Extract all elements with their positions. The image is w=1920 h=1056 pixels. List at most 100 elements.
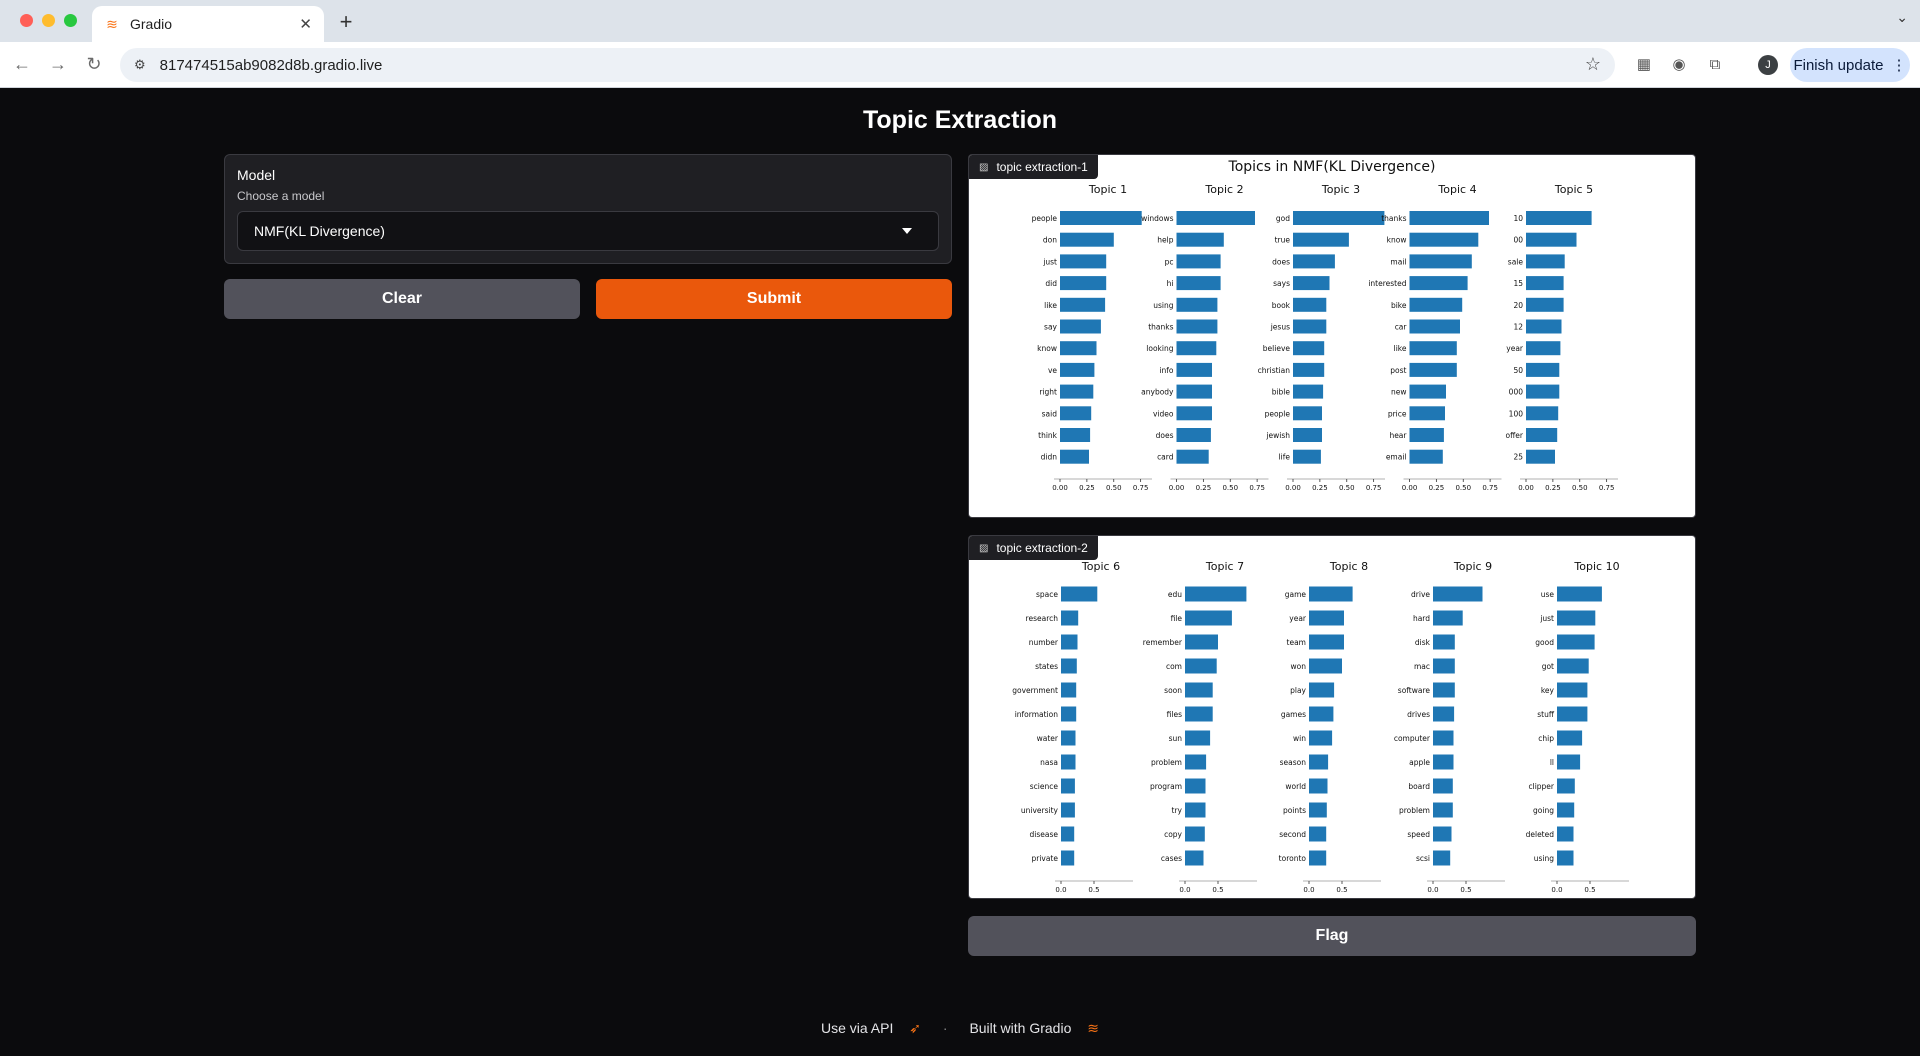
bar [1060, 232, 1114, 247]
finish-update-button[interactable]: Finish update ⋮ [1790, 48, 1910, 82]
bar [1060, 406, 1092, 421]
close-window-button[interactable] [20, 14, 33, 27]
x-tick-label: 0.00 [1402, 484, 1418, 492]
category-label: hard [1413, 614, 1430, 623]
tab-search-icon[interactable]: ⌄ [1896, 9, 1908, 26]
x-tick-label: 0.0 [1303, 886, 1314, 894]
site-info-icon[interactable]: ⚙ [134, 57, 146, 73]
model-select[interactable]: NMF(KL Divergence) [237, 211, 939, 251]
x-tick-label: 0.50 [1222, 484, 1238, 492]
extension-record-icon[interactable]: ◉ [1668, 54, 1690, 76]
category-label: files [1167, 710, 1182, 719]
category-label: card [1157, 453, 1174, 462]
bar [1409, 449, 1443, 464]
category-label: university [1021, 806, 1059, 815]
category-label: disease [1030, 830, 1059, 839]
bar [1060, 362, 1095, 377]
model-info: Choose a model [237, 189, 325, 203]
bar [1309, 826, 1327, 842]
browser-tab[interactable]: ≋ Gradio ✕ [92, 6, 324, 42]
bar [1185, 802, 1206, 818]
bar [1557, 682, 1588, 698]
bar [1061, 706, 1077, 722]
close-tab-icon[interactable]: ✕ [299, 15, 312, 33]
forward-icon[interactable]: → [46, 52, 70, 76]
use-via-api-link[interactable]: Use via API ➶ [815, 1020, 927, 1036]
bar [1433, 706, 1455, 722]
category-label: thanks [1381, 214, 1406, 223]
bar [1557, 634, 1595, 650]
bar [1185, 850, 1204, 866]
category-label: science [1030, 782, 1059, 791]
category-label: looking [1146, 344, 1173, 353]
x-tick-label: 0.75 [1249, 484, 1265, 492]
category-label: apple [1409, 758, 1430, 767]
category-label: board [1408, 782, 1430, 791]
category-label: believe [1263, 344, 1291, 353]
bar [1185, 754, 1207, 770]
bar [1409, 384, 1446, 399]
bar [1293, 428, 1322, 442]
bar [1409, 276, 1468, 291]
gradio-logo-icon: ≋ [1087, 1020, 1099, 1036]
back-icon[interactable]: ← [10, 52, 34, 76]
bar [1409, 232, 1479, 247]
category-label: going [1533, 806, 1554, 815]
bar [1309, 634, 1344, 650]
bar [1061, 730, 1076, 746]
clear-button[interactable]: Clear [224, 279, 580, 319]
category-label: states [1035, 662, 1058, 671]
bar [1433, 802, 1453, 818]
topics-chart-1: Topics in NMF(KL Divergence) Topic 1 peopl… [1032, 159, 1618, 492]
maximize-window-button[interactable] [64, 14, 77, 27]
category-label: does [1156, 431, 1174, 440]
extension-icon[interactable]: ▦ [1633, 54, 1655, 76]
category-label: key [1541, 686, 1555, 695]
address-bar[interactable]: ⚙ 817474515ab9082d8b.gradio.live ☆ [120, 48, 1615, 82]
x-tick-label: 0.0 [1055, 886, 1066, 894]
category-label: games [1281, 710, 1306, 719]
bar [1309, 802, 1327, 818]
category-label: hi [1167, 279, 1174, 288]
bar [1309, 730, 1333, 746]
category-label: year [1289, 614, 1307, 623]
minimize-window-button[interactable] [42, 14, 55, 27]
category-label: didn [1041, 453, 1058, 462]
category-label: software [1398, 686, 1431, 695]
bar [1293, 297, 1327, 312]
profile-avatar[interactable]: J [1758, 55, 1778, 75]
bar [1061, 634, 1078, 650]
category-label: sale [1508, 257, 1524, 266]
bar [1176, 449, 1209, 464]
new-tab-button[interactable]: + [334, 9, 358, 35]
reload-icon[interactable]: ↻ [82, 52, 106, 76]
x-tick-label: 0.00 [1052, 484, 1068, 492]
category-label: drives [1407, 710, 1430, 719]
category-label: people [1032, 214, 1058, 223]
x-tick-label: 0.50 [1106, 484, 1122, 492]
rocket-icon: ➶ [909, 1020, 921, 1036]
bar [1526, 428, 1558, 442]
flag-button[interactable]: Flag [968, 916, 1696, 956]
bar [1309, 778, 1328, 794]
bar [1409, 428, 1444, 442]
bar [1061, 586, 1098, 602]
bar [1409, 319, 1460, 334]
extensions-puzzle-icon[interactable]: ⧉ [1704, 54, 1726, 76]
gradio-favicon-icon: ≋ [106, 15, 118, 32]
subplot-title: Topic 8 [1329, 560, 1368, 573]
bar [1557, 658, 1589, 674]
category-label: 000 [1509, 388, 1524, 397]
bookmark-star-icon[interactable]: ☆ [1585, 54, 1601, 75]
bar [1409, 254, 1472, 269]
x-tick-label: 0.75 [1133, 484, 1149, 492]
footer-separator: · [942, 1020, 948, 1036]
category-label: information [1015, 710, 1059, 719]
category-label: christian [1258, 366, 1291, 375]
category-label: like [1044, 301, 1057, 310]
category-label: email [1386, 453, 1407, 462]
submit-button[interactable]: Submit [596, 279, 952, 319]
category-label: clipper [1528, 782, 1554, 791]
built-with-gradio-link[interactable]: Built with Gradio ≋ [963, 1020, 1105, 1036]
x-tick-label: 0.50 [1339, 484, 1355, 492]
